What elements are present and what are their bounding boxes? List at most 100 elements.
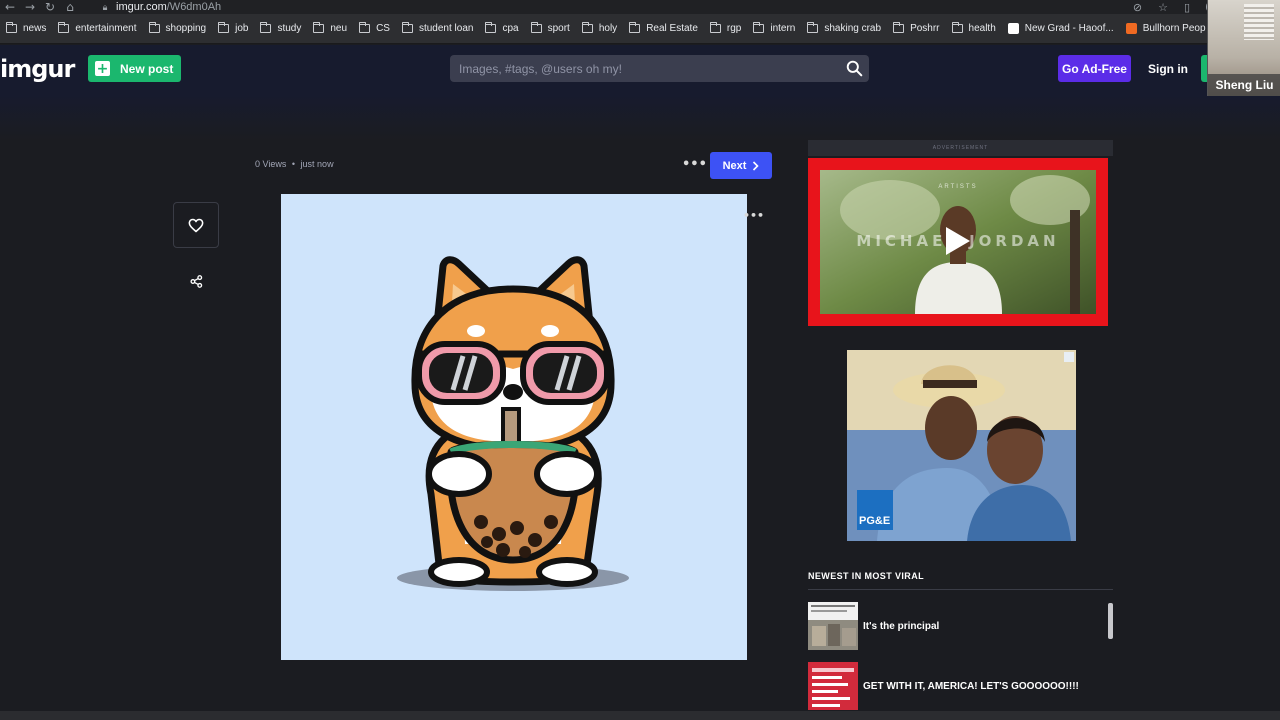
folder-icon (218, 22, 230, 33)
search-input[interactable] (450, 55, 830, 82)
shiba-boba-illustration (397, 256, 629, 591)
bookmark-label: entertainment (75, 23, 137, 34)
section-divider (808, 589, 1113, 590)
viral-title: GET WITH IT, AMERICA! LET'S GOOOOOO!!!! (863, 680, 1079, 692)
viral-thumbnail (808, 662, 858, 710)
bookmark-item[interactable]: shopping (143, 14, 213, 43)
webcam-overlay: Sheng Liu (1207, 0, 1280, 96)
eye-off-icon[interactable]: ⊘ (1133, 1, 1142, 14)
bookmark-item[interactable]: job (212, 14, 254, 43)
header-gradient (0, 95, 1280, 140)
home-icon[interactable]: ⌂ (60, 0, 80, 14)
bookmark-item[interactable]: New Grad - Haoof... (1002, 14, 1120, 43)
imgur-logo[interactable]: imgur (0, 55, 75, 83)
bookmark-item[interactable]: news (0, 14, 52, 43)
lock-icon[interactable]: 🔒︎ (98, 0, 112, 14)
bookmark-label: Real Estate (646, 23, 698, 34)
bookmarks-bar: news entertainment shopping job study neu CS st… (0, 14, 1280, 44)
folder-icon (581, 22, 593, 33)
bookmark-item[interactable]: health (946, 14, 1002, 43)
bookmark-item[interactable]: rgp (704, 14, 747, 43)
folder-icon (6, 22, 17, 33)
favicon-icon (1007, 23, 1019, 34)
bookmark-item[interactable]: Real Estate (623, 14, 704, 43)
bookmark-item[interactable]: holy (576, 14, 623, 43)
folder-icon (260, 22, 272, 33)
screen: ← → ↻ ⌂ 🔒︎ imgur.com/W6dm0Ah ⊘ ☆ ▯ news e… (0, 0, 1280, 720)
bookmark-item[interactable]: student loan (396, 14, 480, 43)
video-ad-frame: MICHAEL JORDAN ARTISTS (820, 170, 1096, 314)
folder-icon (753, 22, 765, 33)
bookmark-item[interactable]: neu (307, 14, 353, 43)
share-button[interactable] (186, 271, 206, 291)
bookmark-label: news (23, 23, 47, 34)
scrollbar-thumb[interactable] (1108, 603, 1113, 639)
bookmark-item[interactable]: Poshrr (887, 14, 945, 43)
bookmark-label: job (235, 23, 249, 34)
pge-logo: PG&E (859, 515, 891, 527)
sign-in-link[interactable]: Sign in (1148, 55, 1188, 82)
bookmark-item[interactable]: shaking crab (801, 14, 887, 43)
bookmark-item[interactable]: cpa (479, 14, 524, 43)
next-button[interactable]: Next (710, 152, 772, 179)
folder-icon (951, 22, 963, 33)
video-ad[interactable]: MICHAEL JORDAN ARTISTS (808, 158, 1108, 326)
go-ad-free-button[interactable]: Go Ad-Free (1058, 55, 1131, 82)
bookmark-label: New Grad - Haoof... (1024, 23, 1114, 34)
image-ad-scene (847, 350, 1076, 541)
chevron-right-icon (753, 160, 760, 171)
more-options-icon[interactable]: ••• (682, 157, 707, 172)
url-host: imgur.com (116, 1, 167, 13)
bookmark-item[interactable]: sport (525, 14, 576, 43)
folder-icon (401, 22, 413, 33)
post-image[interactable] (281, 194, 747, 660)
back-icon[interactable]: ← (0, 0, 20, 14)
bookmark-label: holy (598, 23, 618, 34)
view-count: 0 Views (255, 159, 287, 169)
bookmark-item[interactable]: entertainment (52, 14, 142, 43)
meta-separator: • (291, 159, 296, 169)
folder-icon (629, 22, 641, 33)
forward-icon[interactable]: → (20, 0, 40, 14)
reload-icon[interactable]: ↻ (40, 0, 60, 14)
image-options-icon[interactable]: ••• (743, 209, 764, 222)
address-bar[interactable]: imgur.com/W6dm0Ah (116, 1, 221, 13)
site-header: imgur + New post Go Ad-Free Sign in (0, 45, 1280, 95)
webcam-name: Sheng Liu (1208, 74, 1280, 96)
post-time: just now (300, 159, 334, 169)
bookmark-label: sport (547, 23, 570, 34)
folder-icon (807, 22, 819, 33)
search-icon[interactable] (846, 60, 863, 77)
new-post-button[interactable]: + New post (88, 55, 181, 82)
bookmark-item[interactable]: intern (747, 14, 801, 43)
folder-icon (313, 22, 325, 33)
folder-icon (148, 22, 160, 33)
bookmark-label: rgp (726, 23, 742, 34)
bookmark-item[interactable]: study (254, 14, 307, 43)
viral-item[interactable]: It's the principal (808, 602, 1108, 650)
image-ad[interactable]: PG&E (847, 350, 1076, 541)
heart-icon (188, 218, 204, 232)
bookmark-label: Poshrr (910, 23, 940, 34)
folder-icon (485, 22, 497, 33)
url-path: /W6dm0Ah (166, 1, 222, 13)
favicon-icon (1125, 23, 1137, 34)
favorite-button[interactable] (173, 202, 219, 248)
ad-choices-icon[interactable] (1064, 352, 1074, 362)
star-icon[interactable]: ☆ (1158, 1, 1168, 14)
share-icon (189, 274, 202, 288)
viral-title: It's the principal (863, 620, 940, 632)
bookmark-item[interactable]: Bullhorn Peop (1120, 14, 1212, 43)
play-icon[interactable] (944, 226, 972, 256)
bookmark-label: cpa (502, 23, 519, 34)
bookmark-label: shopping (165, 23, 207, 34)
new-post-label: New post (120, 61, 174, 76)
sidebar-icon[interactable]: ▯ (1184, 1, 1190, 14)
bookmark-item[interactable]: CS (353, 14, 396, 43)
viral-item[interactable]: GET WITH IT, AMERICA! LET'S GOOOOOO!!!! (808, 662, 1108, 710)
folder-icon (530, 22, 542, 33)
folder-icon (893, 22, 905, 33)
post-meta: 0 Views • just now (255, 159, 334, 169)
folder-icon (58, 22, 70, 33)
bookmark-label: shaking crab (824, 23, 882, 34)
